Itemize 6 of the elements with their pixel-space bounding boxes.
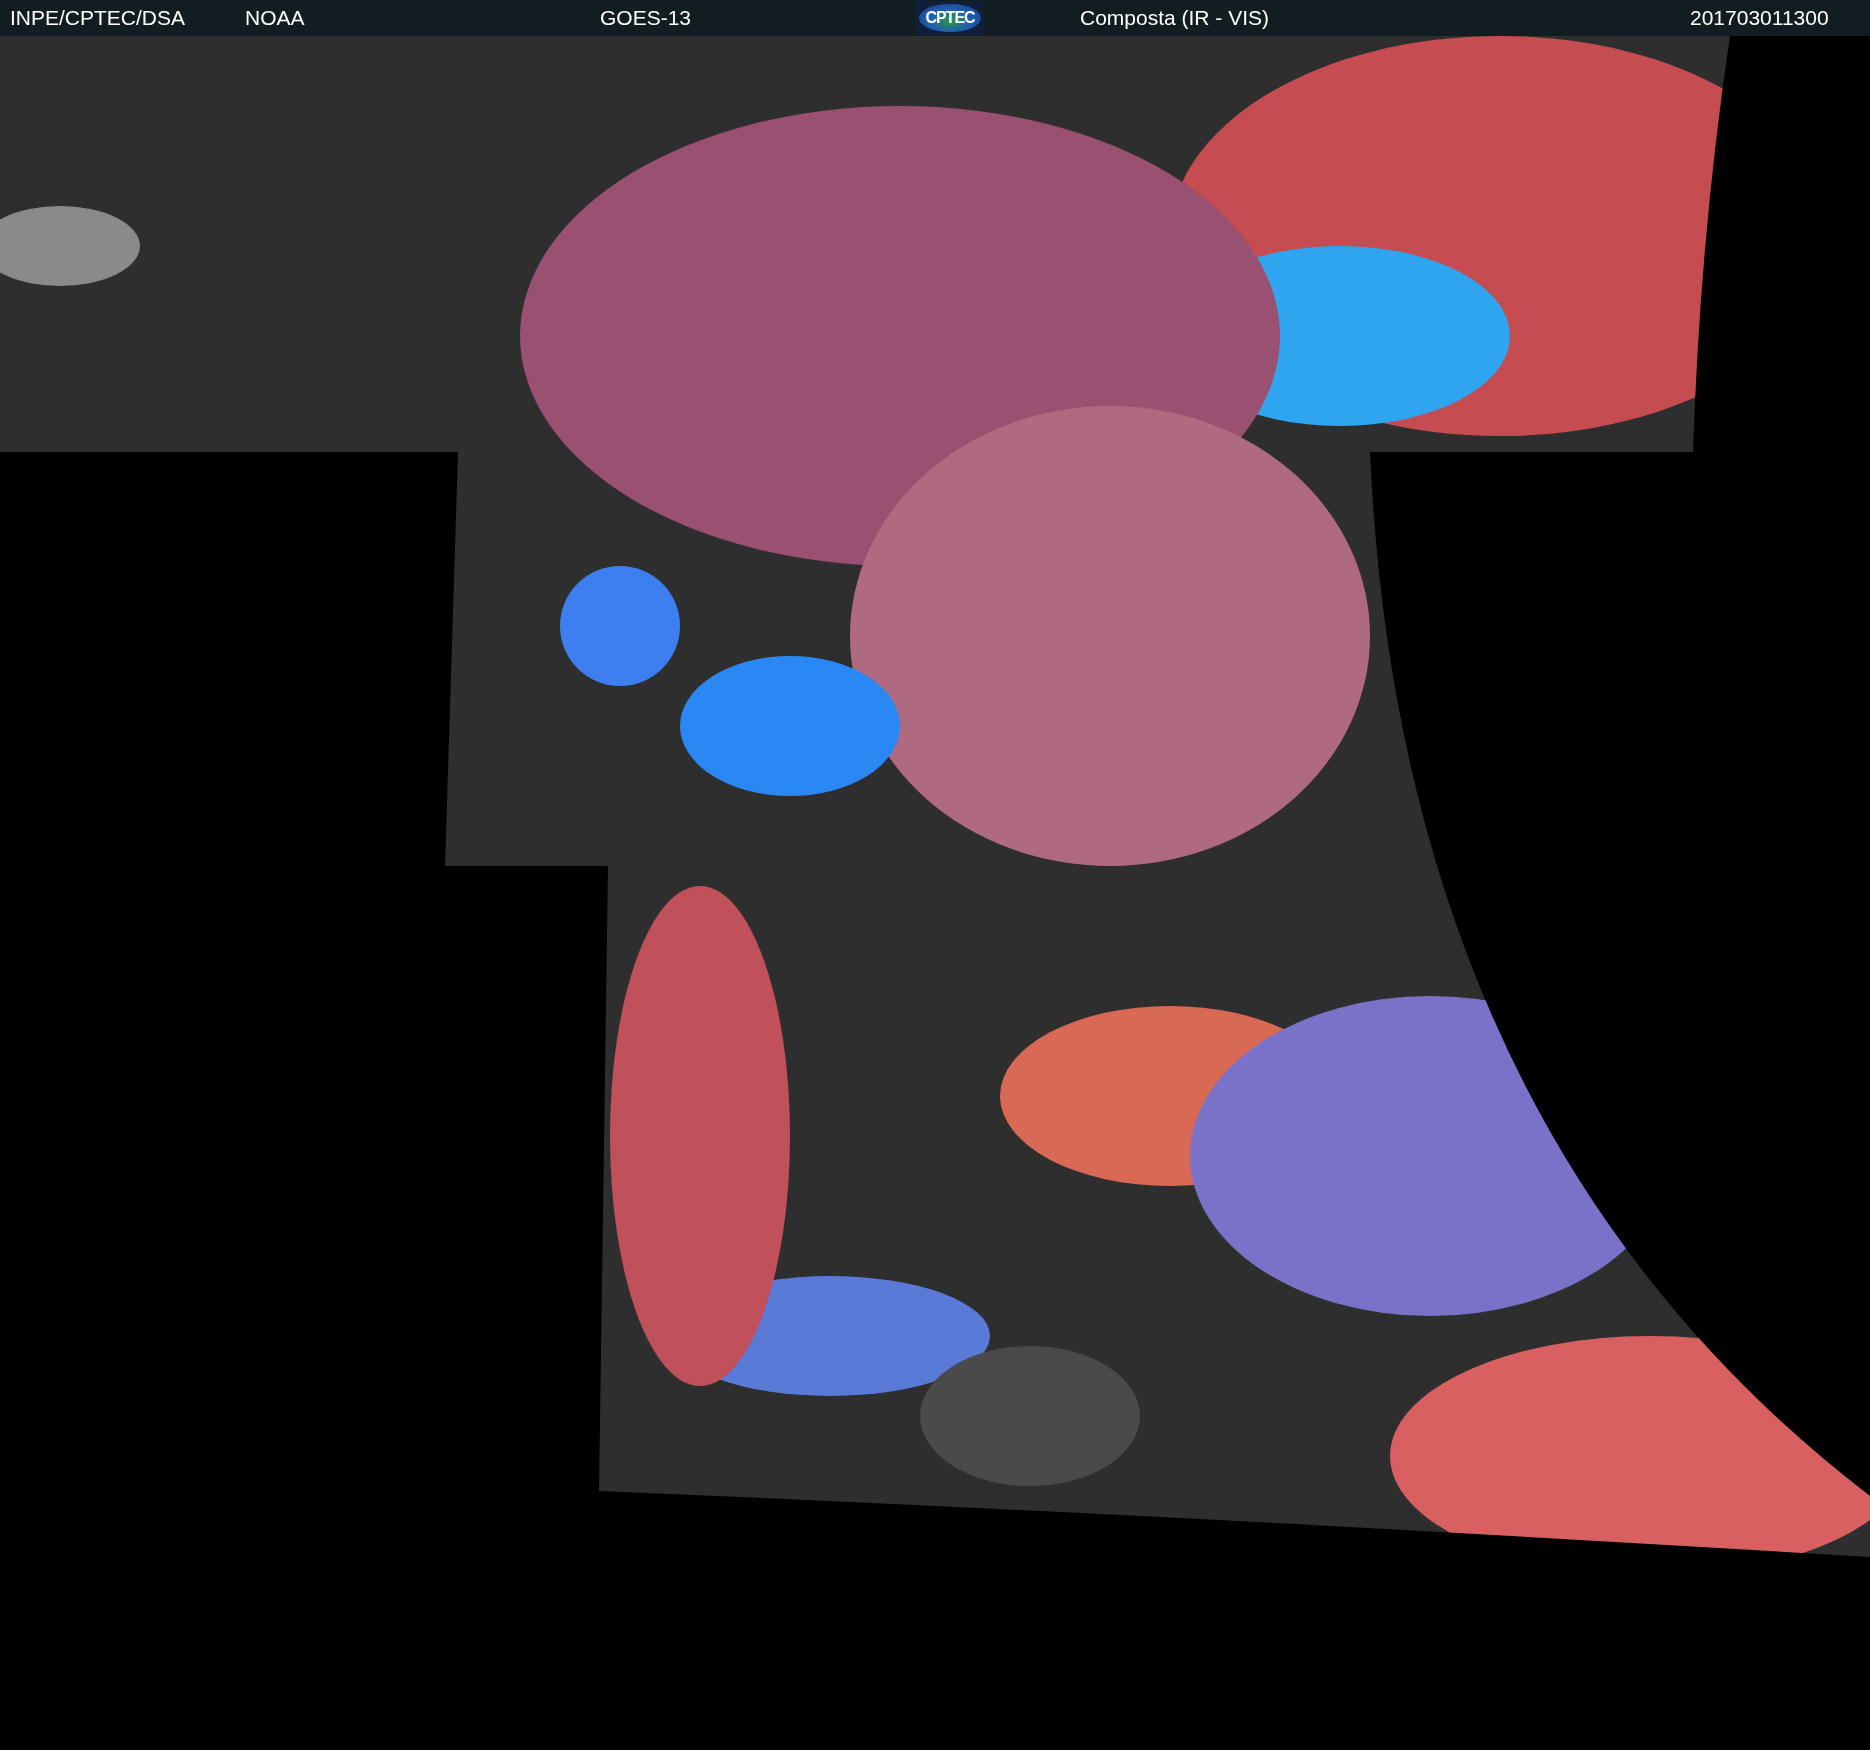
header-label: GOES-13 bbox=[600, 6, 692, 30]
header-label: Composta (IR - VIS) bbox=[1080, 6, 1270, 30]
logo: CPTEC bbox=[916, 1, 984, 35]
header-label: 201703011300 bbox=[1690, 6, 1829, 30]
header-label: NOAA bbox=[245, 6, 305, 30]
header-label: INPE/CPTEC/DSA bbox=[10, 6, 186, 30]
